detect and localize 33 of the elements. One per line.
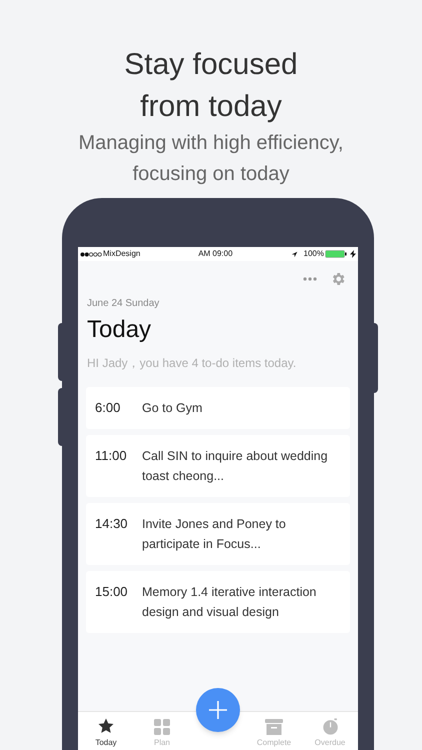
todo-time: 6:00 bbox=[95, 399, 122, 417]
greeting-text: HI Jady，you have 4 to-do items today. bbox=[87, 355, 298, 371]
more-icon[interactable] bbox=[303, 277, 317, 281]
add-button[interactable] bbox=[196, 688, 240, 732]
battery-icon bbox=[325, 250, 347, 258]
todo-text: Go to Gym bbox=[142, 400, 202, 417]
page-title: Today bbox=[87, 315, 152, 345]
todo-card[interactable]: 11:00 Call SIN to inquire about wedding toast cheong... bbox=[86, 435, 350, 497]
todo-time: 14:30 bbox=[95, 515, 129, 533]
todo-text: Call SIN to inquire about wedding toast cheong... bbox=[142, 448, 329, 485]
battery-percent: 100% bbox=[304, 248, 324, 260]
subheadline: Managing with high efficiency, focusing on today bbox=[78, 131, 344, 187]
tab[interactable]: Today bbox=[78, 712, 134, 750]
todo-text: Invite Jones and Poney to participate in Focus... bbox=[142, 516, 287, 553]
grid-icon bbox=[154, 719, 170, 735]
todo-card[interactable]: 15:00 Memory 1.4 iterative interaction design and visual design bbox=[86, 571, 350, 633]
plus-icon bbox=[208, 700, 228, 720]
star-icon bbox=[97, 717, 115, 735]
charging-icon bbox=[350, 250, 356, 258]
carrier-name: MixDesign bbox=[103, 248, 140, 260]
todo-card[interactable]: 6:00 Go to Gym bbox=[86, 387, 350, 429]
status-time: AM 09:00 bbox=[198, 248, 233, 260]
location-icon bbox=[290, 250, 298, 258]
stopwatch-icon bbox=[322, 718, 338, 735]
todo-time: 15:00 bbox=[95, 583, 129, 601]
archive-box-icon bbox=[265, 719, 283, 735]
date-label: June 24 Sunday bbox=[87, 297, 160, 311]
headline: Stay focused from today bbox=[123, 47, 299, 125]
todo-time: 11:00 bbox=[95, 447, 128, 465]
settings-icon[interactable] bbox=[330, 271, 346, 287]
todo-card[interactable]: 14:30 Invite Jones and Poney to participate in Focus... bbox=[86, 503, 350, 565]
todo-text: Memory 1.4 iterative interaction design and visual design bbox=[142, 584, 318, 621]
signal-icon bbox=[80, 252, 102, 256]
